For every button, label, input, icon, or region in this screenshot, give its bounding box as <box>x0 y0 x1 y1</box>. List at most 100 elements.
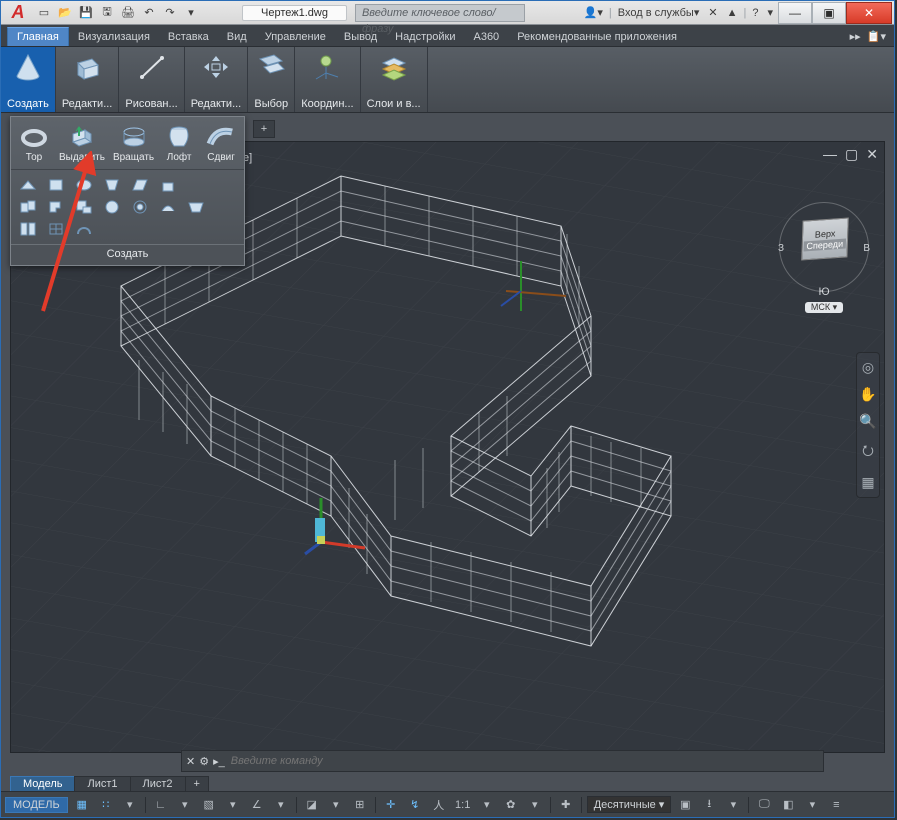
status-osnap-icon[interactable]: ∠ <box>247 796 267 814</box>
smalltool-9[interactable] <box>73 198 95 216</box>
panel-solid-edit[interactable]: Редакти... <box>56 47 120 112</box>
smalltool-13[interactable] <box>185 198 207 216</box>
status-3dosnap-drop[interactable]: ▾ <box>326 796 346 814</box>
viewcube-top[interactable]: Верх <box>815 228 836 239</box>
smalltool-10[interactable] <box>101 198 123 216</box>
status-iso-icon[interactable]: ▧ <box>199 796 219 814</box>
commandline-options-icon[interactable]: ⚙ <box>199 755 209 768</box>
smalltool-7[interactable] <box>17 198 39 216</box>
new-icon[interactable]: ▭ <box>35 4 53 22</box>
layout-tab-sheet2[interactable]: Лист2 <box>130 776 186 791</box>
signin-link[interactable]: Вход в службы▾ <box>615 6 703 19</box>
ribbon-tab-addins[interactable]: Надстройки <box>386 28 464 46</box>
app-logo[interactable]: A <box>3 2 33 24</box>
close-button[interactable]: ✕ <box>846 2 892 24</box>
smalltool-11[interactable] <box>129 198 151 216</box>
status-customize-icon[interactable]: ≡ <box>826 796 846 814</box>
panel-coordinates[interactable]: Координ... <box>295 47 360 112</box>
status-grid-icon[interactable]: ▦ <box>72 796 92 814</box>
status-annoscale-icon[interactable]: ✚ <box>556 796 576 814</box>
status-ducs-icon[interactable]: ↯ <box>405 796 425 814</box>
smalltool-16[interactable] <box>73 220 95 238</box>
command-line[interactable]: ✕ ⚙ ▸_ <box>181 750 824 772</box>
status-polar-icon[interactable]: ▾ <box>175 796 195 814</box>
primitive-loft[interactable]: Лофт <box>158 121 200 165</box>
viewcube[interactable]: Верх Спереди З В Ю МСК ▾ <box>778 202 870 312</box>
nav-fullwheel-icon[interactable]: ◎ <box>862 359 874 376</box>
smalltool-8[interactable] <box>45 198 67 216</box>
status-isolate-icon[interactable]: ◧ <box>778 796 798 814</box>
vp-maximize-icon[interactable]: ▢ <box>845 146 858 163</box>
ribbon-tab-output[interactable]: Вывод <box>335 28 386 46</box>
status-3dosnap-icon[interactable]: ◪ <box>302 796 322 814</box>
panel-layers[interactable]: Слои и в... <box>361 47 428 112</box>
status-clean-icon[interactable]: ▾ <box>802 796 822 814</box>
nav-orbit-icon[interactable]: ⭮ <box>862 440 874 464</box>
undo-icon[interactable]: ↶ <box>140 4 158 22</box>
ribbon-tab-view[interactable]: Вид <box>218 28 256 46</box>
status-snapgrid-icon[interactable]: ∷ <box>96 796 116 814</box>
layout-tab-add[interactable]: + <box>185 776 209 791</box>
ribbon-overflow[interactable]: ▸▸ 📋▾ <box>842 27 894 46</box>
status-iso-drop[interactable]: ▾ <box>223 796 243 814</box>
app-manager-icon[interactable]: ▲ <box>724 7 741 19</box>
ribbon-tab-a360[interactable]: A360 <box>464 28 508 46</box>
status-otrack-icon[interactable]: ✛ <box>381 796 401 814</box>
help-dropdown-icon[interactable]: ▾ <box>764 6 776 19</box>
save-icon[interactable]: 💾 <box>77 4 95 22</box>
nav-showmotion-icon[interactable]: ▦ <box>861 474 874 491</box>
panel-modify[interactable]: Редакти... <box>185 47 249 112</box>
status-dyninput-icon[interactable]: ⊞ <box>350 796 370 814</box>
primitive-extrude[interactable]: Выдавить <box>55 121 109 165</box>
status-snapgrid-drop[interactable]: ▾ <box>120 796 140 814</box>
status-gear-icon[interactable]: ✿ <box>501 796 521 814</box>
primitive-torus[interactable]: Тор <box>13 121 55 165</box>
layout-tab-model[interactable]: Модель <box>10 776 75 791</box>
viewcube-wcs[interactable]: МСК ▾ <box>805 302 843 313</box>
status-units[interactable]: Десятичные ▾ <box>587 796 672 813</box>
viewcube-front[interactable]: Спереди <box>803 238 846 251</box>
viewcube-west[interactable]: З <box>778 243 784 254</box>
ribbon-tab-insert[interactable]: Вставка <box>159 28 218 46</box>
status-lwt-drop[interactable]: ▾ <box>477 796 497 814</box>
document-tab-add[interactable]: + <box>253 120 275 138</box>
smalltool-1[interactable] <box>17 176 39 194</box>
status-gear-drop[interactable]: ▾ <box>525 796 545 814</box>
smalltool-14[interactable] <box>17 220 39 238</box>
exchange-icon[interactable]: ✕ <box>705 6 720 19</box>
plot-icon[interactable]: 🖨 <box>119 4 137 22</box>
panel-selection[interactable]: Выбор <box>248 47 295 112</box>
qat-more-icon[interactable]: ▾ <box>182 4 200 22</box>
maximize-button[interactable]: ▣ <box>812 2 846 24</box>
nav-zoom-icon[interactable]: 🔍 <box>859 413 876 430</box>
ribbon-tab-visualize[interactable]: Визуализация <box>69 28 159 46</box>
status-hwacc-icon[interactable]: 🖵 <box>754 796 774 814</box>
vp-minimize-icon[interactable]: — <box>823 146 837 163</box>
command-input[interactable] <box>229 754 819 768</box>
keyword-search[interactable]: Введите ключевое слово/фразу <box>355 4 525 22</box>
smalltool-5[interactable] <box>129 176 151 194</box>
panel-create[interactable]: Создать <box>1 47 56 112</box>
smalltool-6[interactable] <box>157 176 179 194</box>
status-mode[interactable]: МОДЕЛЬ <box>5 797 68 813</box>
status-lock-drop[interactable]: ▾ <box>723 796 743 814</box>
smalltool-3[interactable] <box>73 176 95 194</box>
ribbon-tab-manage[interactable]: Управление <box>256 28 335 46</box>
primitive-sweep[interactable]: Сдвиг <box>200 121 242 165</box>
ribbon-tab-home[interactable]: Главная <box>7 27 69 46</box>
layout-tab-sheet1[interactable]: Лист1 <box>74 776 130 791</box>
viewcube-east[interactable]: В <box>863 243 870 254</box>
help-icon[interactable]: ? <box>749 7 761 19</box>
smalltool-12[interactable] <box>157 198 179 216</box>
status-ducs-drop[interactable]: 人 <box>429 796 449 814</box>
redo-icon[interactable]: ↷ <box>161 4 179 22</box>
smalltool-4[interactable] <box>101 176 123 194</box>
smalltool-15[interactable] <box>45 220 67 238</box>
panel-draw[interactable]: Рисован... <box>119 47 184 112</box>
ucs-gizmo[interactable] <box>301 488 391 568</box>
smalltool-2[interactable] <box>45 176 67 194</box>
minimize-button[interactable]: — <box>778 2 812 24</box>
vp-close-icon[interactable]: ✕ <box>866 146 878 163</box>
status-ortho-icon[interactable]: ∟ <box>151 796 171 814</box>
status-quickprops-icon[interactable]: ▣ <box>675 796 695 814</box>
